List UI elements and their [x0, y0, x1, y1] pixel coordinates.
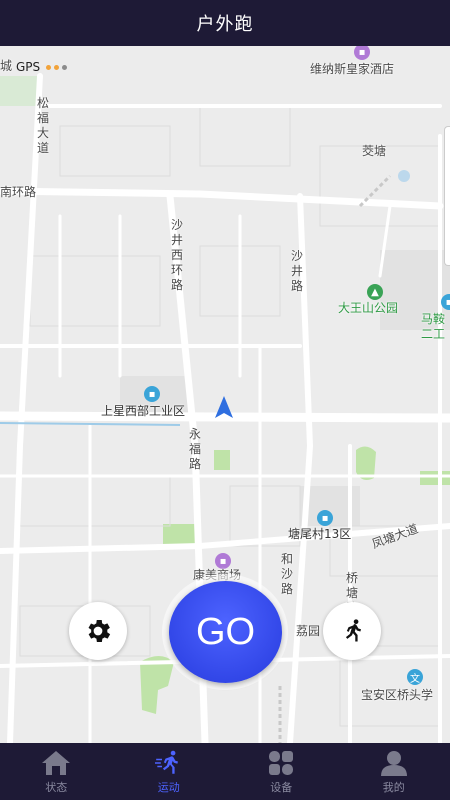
gps-signal-dot	[46, 64, 52, 70]
go-button[interactable]: GO	[169, 581, 282, 683]
runner-icon	[154, 750, 178, 774]
tab-label: 设备	[270, 781, 293, 794]
tab-label: 运动	[157, 781, 180, 794]
go-button-label: GO	[195, 610, 256, 653]
run-mode-button[interactable]	[323, 602, 381, 660]
tab-label: 状态	[45, 781, 68, 794]
bottom-tab-bar: 状态 运动 设备 我的	[0, 743, 450, 800]
map-label: 维纳斯皇家酒店	[310, 62, 395, 76]
map-label: 荔园	[296, 624, 321, 638]
building-poi-icon: ▪	[317, 510, 333, 526]
map-label: 上星西部工业区	[101, 404, 186, 418]
map-label: 沙井路	[290, 249, 303, 293]
map-label: 和沙路	[280, 552, 293, 596]
map-label: 茭塘	[362, 144, 387, 158]
title-bar: 户外跑	[0, 0, 450, 46]
map-label: 松福大道	[36, 96, 49, 155]
map-label: 二工	[421, 327, 446, 341]
park-poi-icon: ▲	[367, 284, 383, 300]
settings-button[interactable]	[69, 602, 127, 660]
map-label: 马鞍	[421, 312, 446, 326]
map-label: 城	[0, 59, 13, 73]
map-label: 塘尾村13区	[288, 527, 352, 541]
gps-label: GPS	[16, 60, 41, 74]
map-label: 沙井西环路	[170, 218, 183, 292]
tab-mine[interactable]: 我的	[338, 743, 450, 800]
map-side-handle[interactable]	[444, 126, 450, 266]
tab-sport[interactable]: 运动	[113, 743, 226, 800]
device-grid-icon	[269, 751, 294, 775]
tab-label: 我的	[382, 781, 405, 794]
building-poi-icon: ▪	[144, 386, 160, 402]
runner-icon	[345, 619, 361, 642]
school-poi-icon: 文	[407, 669, 423, 685]
home-icon	[42, 751, 71, 775]
mall-poi-icon: ▪	[215, 553, 231, 569]
user-icon	[380, 751, 407, 776]
page-title: 户外跑	[196, 14, 254, 35]
map-label: 永福路	[188, 427, 201, 471]
gps-indicator: GPS	[16, 60, 68, 74]
gps-signal-dot	[54, 64, 60, 70]
gear-icon	[88, 620, 111, 642]
map-label: 宝安区桥头学	[361, 688, 434, 702]
tab-status[interactable]: 状态	[0, 743, 113, 800]
gps-signal-dot	[62, 64, 68, 70]
poi-icon: ▪	[441, 294, 450, 310]
map-label: 大王山公园	[338, 301, 399, 315]
map-label: 南环路	[0, 185, 37, 199]
tab-device[interactable]: 设备	[225, 743, 338, 800]
